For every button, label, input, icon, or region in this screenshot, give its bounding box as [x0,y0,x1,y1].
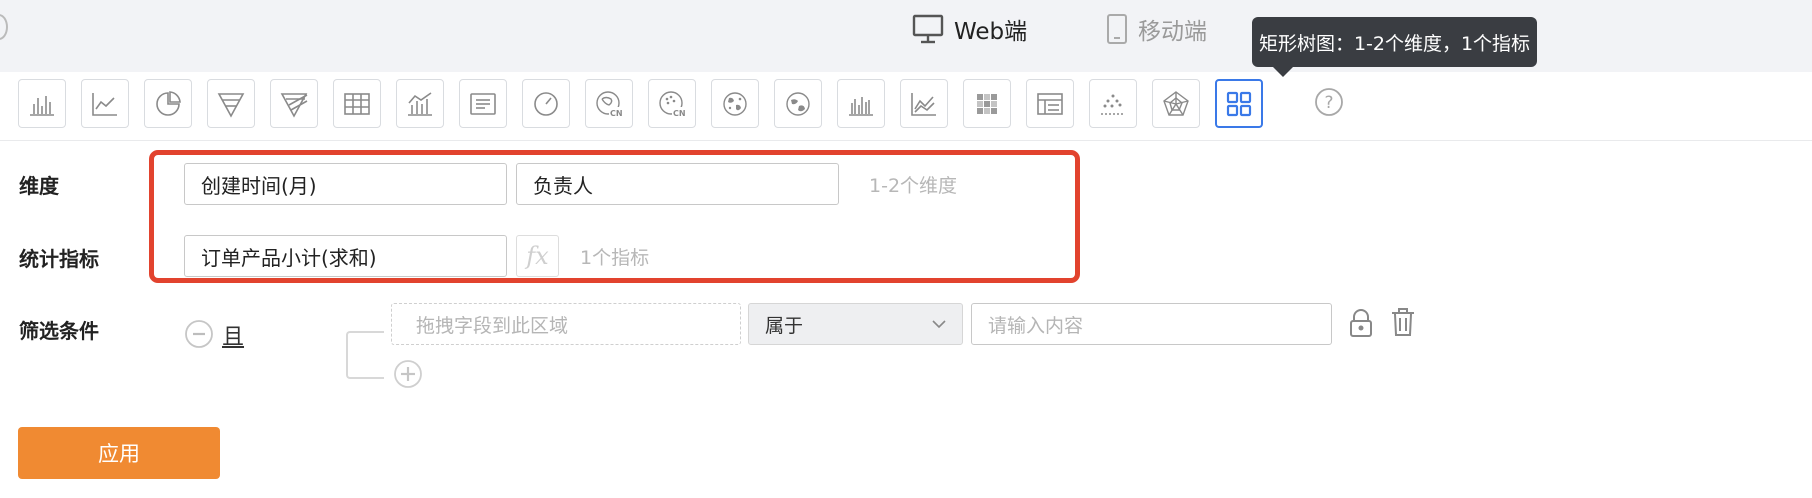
trash-icon[interactable] [1389,306,1417,338]
treemap-icon [1226,91,1252,116]
chart-type-china-scatter-map[interactable]: CN [648,79,696,128]
chart-type-toolbar: CN CN [18,79,1263,128]
china-map-icon: CN [596,90,623,118]
pivot-table-icon [1037,92,1063,115]
chevron-down-icon [932,320,946,329]
chart-type-radar[interactable] [1152,79,1200,128]
chart-type-heatmap[interactable] [963,79,1011,128]
chart-type-treemap[interactable] [1215,79,1263,128]
web-platform-label: Web端 [954,19,1028,45]
chart-type-china-map[interactable]: CN [585,79,633,128]
filter-value-input[interactable]: 请输入内容 [971,303,1332,345]
chart-type-scatter[interactable] [1089,79,1137,128]
truncated-circle-icon [0,14,8,40]
chart-type-pie[interactable] [144,79,192,128]
field-drop-zone[interactable]: 拖拽字段到此区域 [391,303,741,345]
question-circle-icon[interactable]: ? [1314,87,1344,117]
dual-line-icon [911,92,936,116]
globe-icon [786,91,810,116]
svg-text:CN: CN [610,109,623,118]
bar-line-combo-icon [408,91,432,116]
toolbar-divider [0,140,1812,141]
chart-type-gauge[interactable] [522,79,570,128]
text-card-icon [470,92,496,115]
highlight-box [149,150,1080,283]
chart-type-world-map[interactable] [711,79,759,128]
chart-type-table[interactable] [333,79,381,128]
monitor-icon [912,14,944,44]
funnel-icon [217,92,245,118]
and-toggle[interactable]: 且 [222,319,244,351]
china-scatter-map-icon: CN [659,90,686,118]
apply-button[interactable]: 应用 [18,427,220,479]
gauge-icon [534,91,558,116]
filter-group-bracket [346,331,384,379]
operator-value: 属于 [765,314,804,337]
world-map-icon [723,91,747,116]
funnel-slanted-icon [280,92,308,118]
scatter-icon [1101,94,1125,115]
table-icon [344,92,370,115]
chart-type-funnel[interactable] [207,79,255,128]
pie-chart-icon [156,90,181,116]
chart-type-dual-line[interactable] [900,79,948,128]
stacked-bar-icon [849,96,873,116]
chart-type-bar[interactable] [18,79,66,128]
mobile-platform-tab[interactable]: 移动端 [1106,12,1207,46]
metrics-label: 统计指标 [19,247,99,271]
chart-type-globe[interactable] [774,79,822,128]
chart-type-line[interactable] [81,79,129,128]
filters-label: 筛选条件 [19,319,99,343]
heatmap-icon [977,93,997,114]
line-chart-icon [92,92,117,116]
bar-chart-icon [30,95,54,116]
chart-type-stacked-bar[interactable] [837,79,885,128]
minus-circle-icon[interactable] [184,319,214,349]
mobile-platform-label: 移动端 [1138,19,1207,45]
chart-type-pivot-table[interactable] [1026,79,1074,128]
chart-type-bar-line[interactable] [396,79,444,128]
svg-text:CN: CN [673,109,686,118]
dimensions-label: 维度 [19,174,59,198]
phone-icon [1107,14,1127,44]
radar-icon [1163,90,1189,116]
chart-type-tooltip: 矩形树图：1-2个维度，1个指标 [1252,17,1537,77]
top-bar: Web端 移动端 [0,0,1812,72]
svg-text:?: ? [1324,93,1333,113]
chart-type-text[interactable] [459,79,507,128]
lock-icon[interactable] [1348,308,1374,338]
plus-circle-icon[interactable] [393,359,423,389]
operator-select[interactable]: 属于 [748,303,963,345]
chart-type-funnel-slanted[interactable] [270,79,318,128]
web-platform-tab[interactable]: Web端 [912,12,1027,46]
